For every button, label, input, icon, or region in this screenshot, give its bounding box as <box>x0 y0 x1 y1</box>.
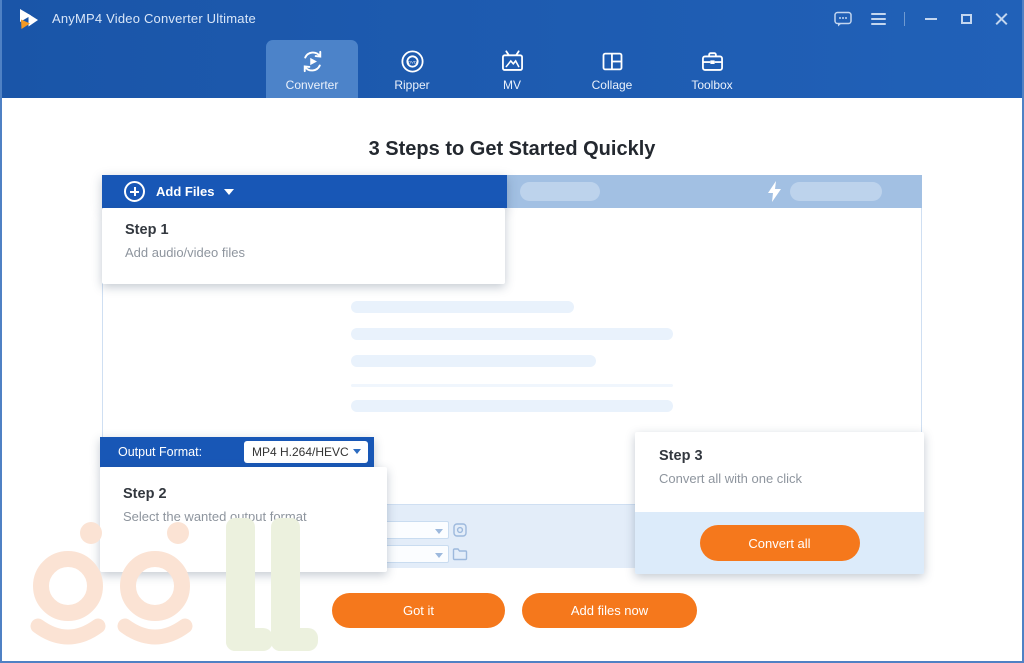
tab-converter[interactable]: Converter <box>266 40 358 98</box>
app-logo-icon <box>16 7 40 31</box>
skeleton-line <box>351 328 673 340</box>
toolbar-skeleton-pill <box>790 182 882 201</box>
step3-description: Convert all with one click <box>659 471 924 486</box>
folder-icon <box>452 546 468 562</box>
step3-card: Step 3 Convert all with one click Conver… <box>635 432 924 574</box>
header: AnyMP4 Video Converter Ultimate <box>0 0 1024 98</box>
window-title: AnyMP4 Video Converter Ultimate <box>52 11 256 26</box>
tab-label: Collage <box>592 78 633 92</box>
tab-label: Toolbox <box>691 78 732 92</box>
add-files-button[interactable]: Add Files <box>102 175 507 208</box>
step3-title: Step 3 <box>659 448 924 464</box>
app-window: AnyMP4 Video Converter Ultimate <box>0 0 1024 663</box>
settings-square-icon <box>452 522 468 538</box>
plus-circle-icon <box>124 181 145 202</box>
tab-mv[interactable]: MV <box>466 40 558 98</box>
skeleton-line <box>351 400 673 412</box>
tab-collage[interactable]: Collage <box>566 40 658 98</box>
step1-description: Add audio/video files <box>125 245 505 260</box>
tab-label: MV <box>503 78 521 92</box>
minimize-button[interactable] <box>922 10 940 28</box>
feedback-icon[interactable] <box>834 10 852 28</box>
maximize-button[interactable] <box>957 10 975 28</box>
step2-title: Step 2 <box>123 486 387 502</box>
content-area: 3 Steps to Get Started Quickly <box>2 98 1022 661</box>
chevron-down-icon <box>353 449 361 454</box>
tab-ripper[interactable]: DVD Ripper <box>366 40 458 98</box>
svg-text:DVD: DVD <box>408 59 417 64</box>
output-format-label: Output Format: <box>118 445 202 459</box>
skeleton-line <box>351 301 574 313</box>
skeleton-line <box>351 384 673 387</box>
titlebar: AnyMP4 Video Converter Ultimate <box>0 0 1024 38</box>
convert-strip: Convert all <box>635 512 924 574</box>
add-files-label: Add Files <box>156 184 215 199</box>
tab-toolbox[interactable]: Toolbox <box>666 40 758 98</box>
tab-label: Converter <box>286 78 339 92</box>
dvd-disc-icon: DVD <box>399 47 426 75</box>
output-format-bar: Output Format: MP4 H.264/HEVC <box>100 437 374 467</box>
convert-all-button[interactable]: Convert all <box>700 525 860 561</box>
titlebar-separator <box>904 12 905 26</box>
step2-card: Step 2 Select the wanted output format <box>100 467 387 572</box>
menu-icon[interactable] <box>869 10 887 28</box>
tv-picture-icon <box>499 47 526 75</box>
main-nav: Converter DVD Ripper <box>0 38 1024 98</box>
converter-sync-play-icon <box>299 47 326 75</box>
briefcase-icon <box>699 47 726 75</box>
toolbar-skeleton-pill <box>520 182 600 201</box>
add-files-now-button[interactable]: Add files now <box>522 593 697 628</box>
tutorial-heading: 3 Steps to Get Started Quickly <box>2 138 1022 161</box>
output-format-select[interactable]: MP4 H.264/HEVC <box>244 441 368 463</box>
chevron-down-icon <box>224 189 234 195</box>
titlebar-controls <box>834 0 1010 38</box>
step1-card: Step 1 Add audio/video files <box>102 208 505 284</box>
output-format-value: MP4 H.264/HEVC <box>252 445 349 459</box>
got-it-button[interactable]: Got it <box>332 593 505 628</box>
step1-title: Step 1 <box>125 222 505 238</box>
collage-grid-icon <box>599 47 626 75</box>
step2-description: Select the wanted output format <box>123 509 387 524</box>
close-button[interactable] <box>992 10 1010 28</box>
lightning-icon <box>768 181 781 202</box>
tab-label: Ripper <box>394 78 429 92</box>
skeleton-line <box>351 355 596 367</box>
